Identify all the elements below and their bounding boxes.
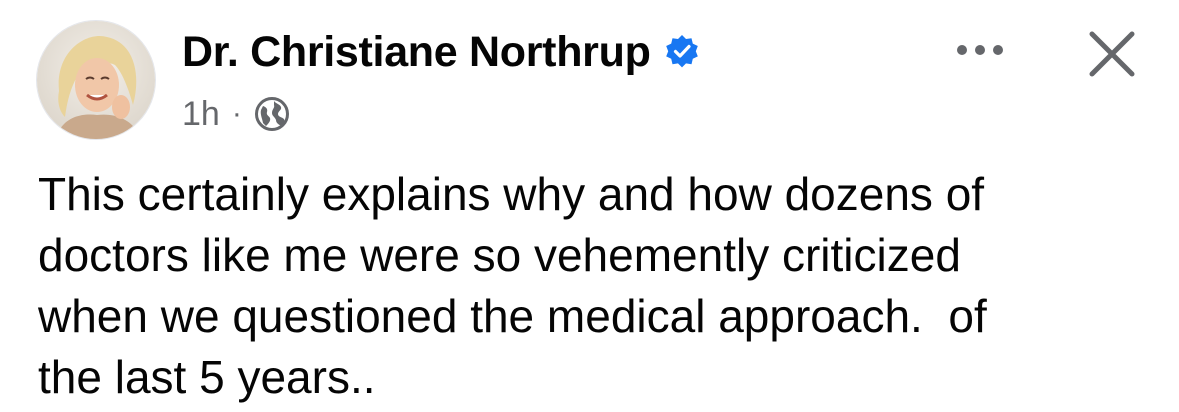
post-text: This certainly explains why and how doze… [38,168,987,403]
post-timestamp[interactable]: 1h [182,92,220,136]
verified-badge-icon [663,33,701,71]
globe-icon[interactable] [254,96,290,132]
author-line: Dr. Christiane Northrup [182,22,701,82]
meta-separator: · [231,97,242,130]
avatar-photo [37,21,155,139]
more-horizontal-icon [957,45,1003,55]
more-options-button[interactable] [948,28,1012,72]
post-card: Dr. Christiane Northrup 1h · This certai… [0,0,1179,412]
author-avatar[interactable] [36,20,156,140]
post-meta: 1h · [182,92,290,136]
author-name[interactable]: Dr. Christiane Northrup [182,22,651,82]
close-icon [1089,31,1135,77]
close-button[interactable] [1078,20,1146,88]
